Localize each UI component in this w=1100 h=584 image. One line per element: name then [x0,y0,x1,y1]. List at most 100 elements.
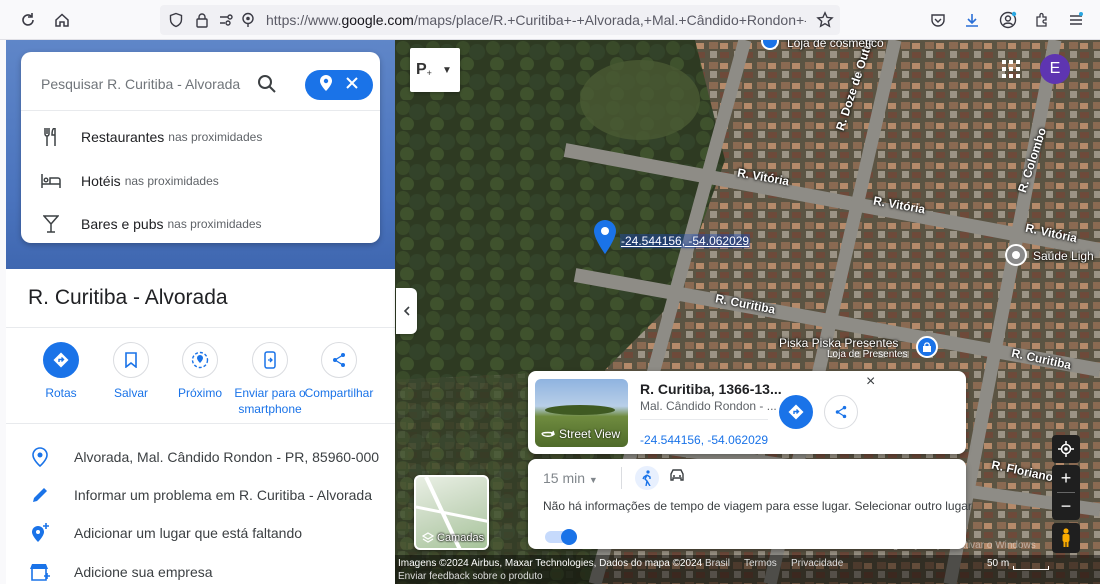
pegman-icon [1062,528,1070,547]
add-business-text: Adicione sua empresa [74,564,213,580]
action-label: Rotas [45,386,77,400]
account-icon[interactable] [996,8,1020,32]
poi-label[interactable]: Loja de cosmético [787,40,884,50]
poi-label[interactable]: Saúde Ligh [1033,249,1094,263]
reload-icon[interactable] [16,8,40,32]
footer-link-privacy[interactable]: Privacidade [791,558,843,569]
close-button[interactable]: × [866,373,875,391]
share-button[interactable] [824,395,858,429]
divider [6,423,395,424]
location-pin-icon [6,447,74,467]
dropped-pin-icon[interactable] [594,220,616,259]
divider [6,327,395,328]
report-problem-text: Informar um problema em R. Curitiba - Al… [74,487,372,503]
place-info-card: Street View R. Curitiba, 1366-13... Mal.… [528,371,966,454]
place-card-title[interactable]: R. Curitiba, 1366-13... [640,381,782,397]
divider [21,110,380,111]
my-location-icon [1058,441,1074,457]
place-card-coordinates[interactable]: -24.544156, -54.062029 [640,433,768,447]
directions-icon [43,342,79,378]
add-business-row[interactable]: Adicione sua empresa [6,553,395,584]
zoom-controls: + − [1052,465,1080,520]
suggestion-label: Restaurantes [81,129,165,145]
chevron-down-icon[interactable]: ▼ [442,65,452,76]
map-canvas[interactable]: R. Vitória R. Vitória R. Vitória R. Curi… [395,40,1100,584]
share-icon [835,405,847,419]
divider [640,419,768,420]
search-icon[interactable] [257,74,277,94]
layers-button[interactable]: Camadas [414,475,489,550]
chevron-left-icon [403,306,410,316]
suggestion-sublabel: nas proximidades [168,130,263,144]
travel-time-message: Não há informações de tempo de viagem pa… [543,499,972,513]
zoom-out-button[interactable]: − [1061,493,1072,520]
toggle-switch[interactable] [545,529,577,545]
location-pin-icon[interactable] [320,74,332,96]
extensions-icon[interactable] [1030,8,1054,32]
bookmark-star-icon[interactable] [813,8,837,32]
poi-label[interactable]: Piska Piska Presentes [779,336,898,350]
travel-time-select[interactable]: 15 min ▼ [543,470,598,486]
poi-sublabel: Loja de Presentes [827,349,908,360]
my-location-button[interactable] [1052,435,1080,463]
scale-bar [1013,566,1049,570]
zoom-in-button[interactable]: + [1061,465,1072,492]
place-actions: Rotas Salvar Próximo Enviar para o smart… [6,342,395,422]
phone-icon [252,342,288,378]
directions-button[interactable] [779,395,813,429]
shield-icon[interactable] [167,11,185,29]
feedback-link[interactable]: Enviar feedback sobre o produto [398,571,543,582]
lock-icon[interactable] [193,11,211,29]
add-place-text: Adicionar um lugar que está faltando [74,525,303,541]
action-label: Próximo [177,386,222,400]
apps-grid-icon[interactable] [1002,60,1020,78]
report-problem-row[interactable]: Informar um problema em R. Curitiba - Al… [6,476,395,514]
home-icon[interactable] [50,8,74,32]
windows-activation-subtext: Acesse Configurações para ativar o Windo… [834,540,1036,551]
pin-close-pill [305,70,373,100]
walking-mode-icon[interactable] [635,466,659,490]
add-place-row[interactable]: Adicionar um lugar que está faltando [6,514,395,552]
restaurant-icon [21,128,81,146]
suggestion-hotels[interactable]: Hotéis nas proximidades [21,161,380,201]
download-icon[interactable] [960,8,984,32]
address-row[interactable]: Alvorada, Mal. Cândido Rondon - PR, 8596… [6,438,395,476]
share-button[interactable]: Compartilhar [294,342,384,401]
car-mode-icon[interactable] [669,468,685,487]
menu-icon[interactable] [1064,8,1088,32]
location-permission-icon[interactable] [239,11,257,29]
suggestion-sublabel: nas proximidades [124,174,219,188]
street-view-thumbnail[interactable]: Street View [535,379,628,447]
parking-button[interactable]: P + ▼ [410,48,460,92]
url-text[interactable]: https://www.google.com/maps/place/R.+Cur… [266,12,806,28]
footer-link-terms[interactable]: Termos [744,558,777,569]
pegman-button[interactable] [1052,523,1080,553]
divider [621,467,622,489]
address-text: Alvorada, Mal. Cândido Rondon - PR, 8596… [74,449,380,465]
footer-link-brasil[interactable]: Brasil [705,558,730,569]
layers-label: Camadas [422,532,484,544]
gift-shop-pin-icon[interactable] [916,336,938,358]
address-bar[interactable]: https://www.google.com/maps/place/R.+Cur… [160,5,840,35]
trees-shape [545,405,615,415]
coordinates-label[interactable]: -24.544156, -54.062029 [620,234,751,248]
suggestion-bars[interactable]: Bares e pubs nas proximidades [21,204,380,244]
pocket-icon[interactable] [926,8,950,32]
share-icon [321,342,357,378]
permissions-icon[interactable] [218,11,236,29]
store-icon [6,563,74,581]
suggestion-restaurants[interactable]: Restaurantes nas proximidades [21,117,380,157]
search-input[interactable] [41,72,241,96]
search-card: Restaurantes nas proximidades Hotéis nas… [21,52,380,243]
health-pin-icon[interactable] [1005,244,1027,266]
close-icon[interactable] [346,76,358,94]
action-label: Compartilhar [304,386,374,400]
windows-activation-watermark: Ativar o Windows [834,519,950,536]
nearby-icon [182,342,218,378]
map-footer: Imagens ©2024 Airbus, Maxar Technologies… [395,555,1100,584]
avatar[interactable]: E [1040,54,1070,84]
scale-label[interactable]: 50 m [987,558,1009,569]
street-view-label: Street View [541,427,620,441]
collapse-panel-button[interactable] [396,288,417,334]
suggestion-label: Hotéis [81,173,121,189]
